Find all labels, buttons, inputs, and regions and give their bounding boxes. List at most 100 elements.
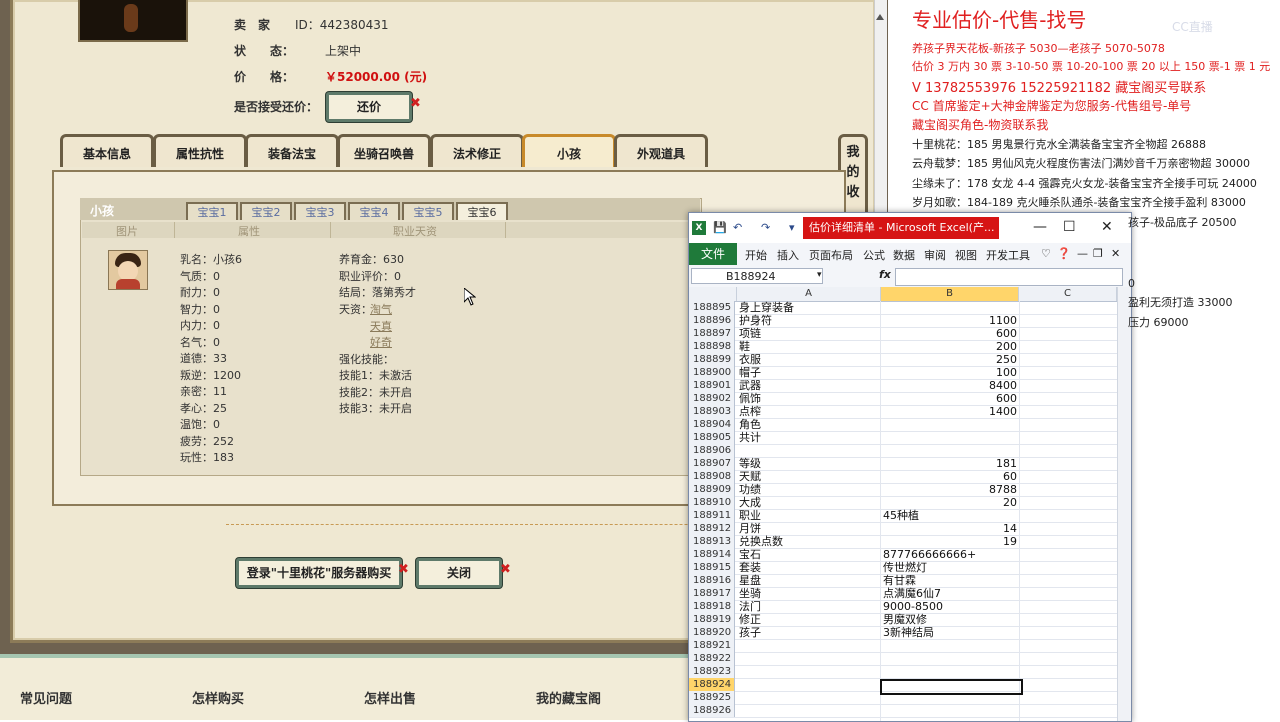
heart-icon[interactable]: ♡ [1041, 247, 1051, 260]
login-server-buy-button[interactable]: 登录"十里桃花"服务器购买 [236, 558, 402, 588]
cell-a[interactable]: 修正 [737, 613, 881, 626]
formula-input[interactable] [895, 268, 1123, 286]
cell-a[interactable]: 等级 [737, 457, 881, 470]
cell-b[interactable]: 8400 [881, 379, 1019, 392]
tab-children[interactable]: 小孩 [522, 134, 616, 167]
tab-appearance[interactable]: 外观道具 [614, 134, 708, 167]
cell-a[interactable] [737, 665, 881, 678]
cell-a[interactable]: 佩饰 [737, 392, 881, 405]
cell-b[interactable] [881, 704, 1019, 717]
cell-a[interactable]: 兑换点数 [737, 535, 881, 548]
column-header-c[interactable]: C [1019, 287, 1117, 301]
subtab-baby-1[interactable]: 宝宝1 [186, 202, 238, 220]
cell-b[interactable]: 20 [881, 496, 1019, 509]
tab-mounts-pets[interactable]: 坐骑召唤兽 [337, 134, 431, 167]
ribbon-tab-review[interactable]: 审阅 [924, 247, 946, 263]
minimize-icon[interactable]: — [1033, 219, 1047, 235]
tab-basic-info[interactable]: 基本信息 [60, 134, 154, 167]
active-cell-b188924[interactable] [880, 679, 1023, 695]
child-talent-3[interactable]: 好奇 [370, 334, 392, 350]
scroll-up-arrow-icon[interactable] [876, 14, 884, 20]
row-number[interactable]: 188926 [689, 704, 735, 717]
row-number[interactable]: 188905 [689, 431, 735, 444]
cell-b[interactable] [881, 652, 1019, 665]
row-number[interactable]: 188924 [689, 678, 735, 691]
save-icon[interactable]: 💾 [713, 221, 727, 234]
footer-link-faq[interactable]: 常见问题 [20, 688, 72, 707]
cell-b[interactable]: 传世燃灯 [881, 561, 1019, 574]
row-number[interactable]: 188896 [689, 314, 735, 327]
row-number[interactable]: 188900 [689, 366, 735, 379]
namebox-dropdown-icon[interactable]: ▾ [817, 270, 822, 280]
ribbon-tab-formulas[interactable]: 公式 [863, 247, 885, 263]
cell-b[interactable]: 100 [881, 366, 1019, 379]
ribbon-restore-icon[interactable]: ❐ [1093, 247, 1103, 260]
ribbon-tab-file[interactable]: 文件 [689, 243, 737, 265]
cell-b[interactable]: 600 [881, 327, 1019, 340]
select-all-corner[interactable] [689, 287, 737, 301]
cell-b[interactable]: 60 [881, 470, 1019, 483]
cell-b[interactable] [881, 444, 1019, 457]
row-number[interactable]: 188904 [689, 418, 735, 431]
ribbon-tab-view[interactable]: 视图 [955, 247, 977, 263]
cell-a[interactable]: 鞋 [737, 340, 881, 353]
cell-b[interactable]: 45种植 [881, 509, 1019, 522]
row-number[interactable]: 188919 [689, 613, 735, 626]
row-number[interactable]: 188899 [689, 353, 735, 366]
cell-a[interactable]: 法门 [737, 600, 881, 613]
row-number[interactable]: 188895 [689, 301, 735, 314]
row-number[interactable]: 188907 [689, 457, 735, 470]
ribbon-tab-developer[interactable]: 开发工具 [986, 247, 1030, 263]
tab-spell-mod[interactable]: 法术修正 [430, 134, 524, 167]
cell-b[interactable] [881, 431, 1019, 444]
cell-a[interactable] [737, 704, 881, 717]
ribbon-tab-insert[interactable]: 插入 [777, 247, 799, 263]
row-number[interactable]: 188914 [689, 548, 735, 561]
cell-b[interactable] [881, 301, 1019, 314]
cell-b[interactable] [881, 639, 1019, 652]
cell-a[interactable]: 角色 [737, 418, 881, 431]
cell-a[interactable]: 天赋 [737, 470, 881, 483]
row-number[interactable]: 188912 [689, 522, 735, 535]
cell-a[interactable]: 点榨 [737, 405, 881, 418]
ribbon-minimize-icon[interactable]: — [1077, 247, 1088, 260]
cell-a[interactable]: 共计 [737, 431, 881, 444]
row-number[interactable]: 188921 [689, 639, 735, 652]
cell-a[interactable]: 职业 [737, 509, 881, 522]
maximize-icon[interactable]: ☐ [1063, 219, 1076, 235]
row-number[interactable]: 188903 [689, 405, 735, 418]
subtab-baby-2[interactable]: 宝宝2 [240, 202, 292, 220]
cell-b[interactable]: 8788 [881, 483, 1019, 496]
counter-offer-button[interactable]: 还价 [326, 92, 412, 122]
cell-a[interactable]: 套装 [737, 561, 881, 574]
cell-b[interactable]: 1100 [881, 314, 1019, 327]
ribbon-close-icon[interactable]: ✕ [1111, 247, 1120, 260]
help-icon[interactable]: ❓ [1057, 247, 1071, 260]
cell-b[interactable]: 19 [881, 535, 1019, 548]
row-number[interactable]: 188923 [689, 665, 735, 678]
undo-icon[interactable]: ↶ [733, 221, 742, 234]
tab-equipment[interactable]: 装备法宝 [245, 134, 339, 167]
column-header-b[interactable]: B [881, 287, 1019, 301]
row-number[interactable]: 188902 [689, 392, 735, 405]
row-number[interactable]: 188918 [689, 600, 735, 613]
row-number[interactable]: 188916 [689, 574, 735, 587]
tab-attributes[interactable]: 属性抗性 [153, 134, 247, 167]
cell-b[interactable]: 点满魔6仙7 [881, 587, 1019, 600]
cell-b[interactable]: 200 [881, 340, 1019, 353]
cell-b[interactable]: 男魔双修 [881, 613, 1019, 626]
cell-a[interactable]: 孩子 [737, 626, 881, 639]
subtab-baby-3[interactable]: 宝宝3 [294, 202, 346, 220]
row-number[interactable]: 188911 [689, 509, 735, 522]
cell-b[interactable]: 181 [881, 457, 1019, 470]
row-number[interactable]: 188915 [689, 561, 735, 574]
vertical-scrollbar[interactable] [1117, 287, 1131, 721]
row-number[interactable]: 188908 [689, 470, 735, 483]
cell-b[interactable]: 877766666666+ [881, 548, 1019, 561]
cell-a[interactable]: 大成 [737, 496, 881, 509]
row-number[interactable]: 188909 [689, 483, 735, 496]
cell-a[interactable]: 护身符 [737, 314, 881, 327]
row-number[interactable]: 188922 [689, 652, 735, 665]
cell-b[interactable] [881, 418, 1019, 431]
cell-a[interactable]: 衣服 [737, 353, 881, 366]
